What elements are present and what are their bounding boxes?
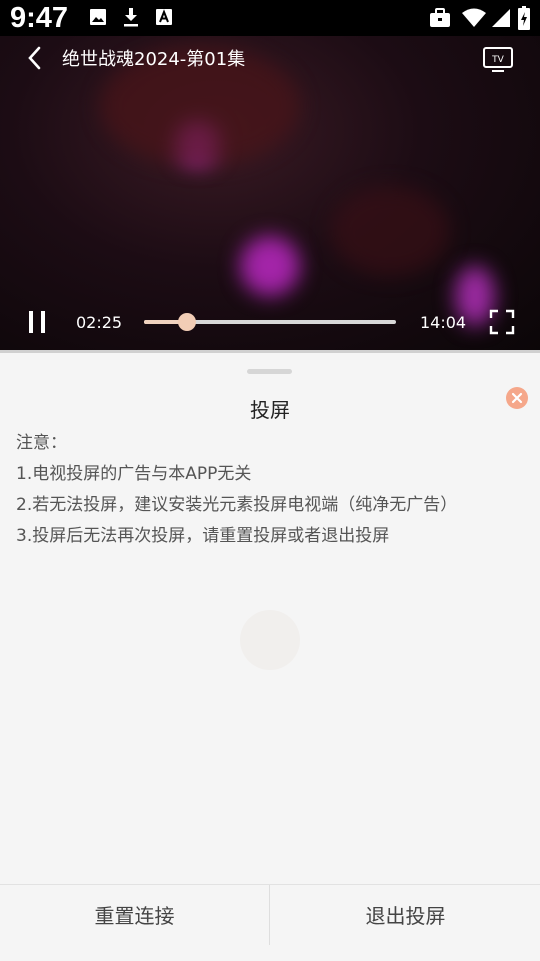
- notes-heading: 注意：: [16, 433, 67, 453]
- pause-icon[interactable]: [26, 309, 48, 335]
- seek-thumb[interactable]: [178, 313, 197, 331]
- briefcase-icon: [430, 8, 450, 27]
- note-item: 1.电视投屏的广告与本APP无关: [16, 464, 252, 484]
- note-item: 2.若无法投屏，建议安装光元素投屏电视端（纯净无广告）: [16, 495, 458, 515]
- status-bar: 9:47: [0, 0, 540, 36]
- drag-handle[interactable]: [247, 369, 292, 374]
- svg-text:TV: TV: [491, 55, 504, 65]
- seek-bar[interactable]: [144, 313, 396, 331]
- download-icon: [124, 8, 138, 27]
- total-time: 14:04: [420, 313, 467, 332]
- video-frame-glow: [240, 236, 300, 296]
- video-player[interactable]: 绝世战魂2024-第01集 TV 02:25 14:04: [0, 36, 540, 350]
- player-title-bar: 绝世战魂2024-第01集 TV: [0, 36, 540, 80]
- loading-spinner: [240, 610, 300, 670]
- battery-icon: [518, 6, 530, 30]
- player-divider: [0, 350, 540, 353]
- status-time: 9:47: [10, 2, 69, 34]
- close-button[interactable]: [506, 387, 528, 409]
- image-icon: [90, 9, 106, 25]
- reset-connection-button[interactable]: 重置连接: [0, 885, 269, 945]
- player-controls: 02:25 14:04: [0, 300, 540, 344]
- signal-icon: [492, 9, 510, 27]
- font-icon: [156, 9, 172, 25]
- panel-title: 投屏: [250, 398, 290, 422]
- current-time: 02:25: [76, 313, 123, 332]
- notes-list: 注意： 1.电视投屏的广告与本APP无关 2.若无法投屏，建议安装光元素投屏电视…: [16, 432, 457, 556]
- button-separator: [269, 885, 270, 945]
- exit-cast-button[interactable]: 退出投屏: [271, 885, 540, 945]
- back-icon[interactable]: [22, 44, 50, 72]
- fullscreen-icon[interactable]: [489, 309, 515, 335]
- close-icon: [511, 392, 523, 404]
- video-title: 绝世战魂2024-第01集: [62, 49, 246, 70]
- bottom-action-bar: 重置连接 退出投屏: [0, 884, 540, 961]
- note-item: 3.投屏后无法再次投屏，请重置投屏或者退出投屏: [16, 526, 390, 546]
- tv-icon[interactable]: TV: [482, 45, 514, 73]
- wifi-icon: [462, 8, 486, 27]
- video-frame-shadow: [330, 186, 450, 276]
